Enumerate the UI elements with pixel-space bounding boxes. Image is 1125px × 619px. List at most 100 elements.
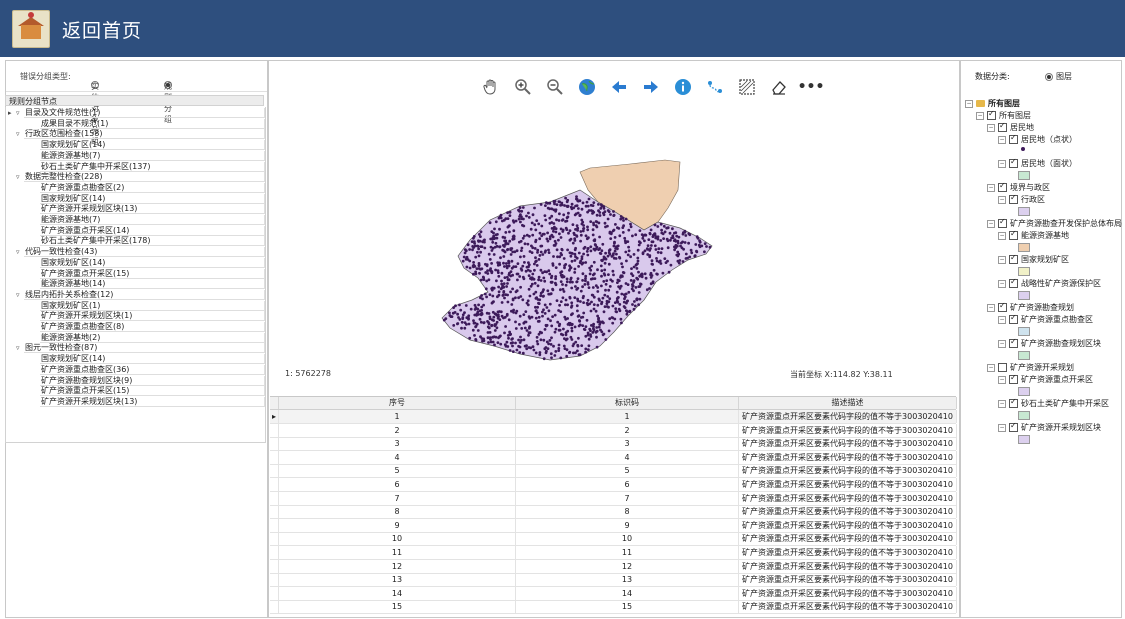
collapse-icon[interactable]: −: [998, 195, 1006, 204]
error-point-marker[interactable]: [595, 345, 599, 349]
error-point-marker[interactable]: [596, 303, 600, 307]
error-point-marker[interactable]: [656, 225, 660, 228]
error-point-marker[interactable]: [444, 317, 448, 320]
error-point-marker[interactable]: [533, 281, 537, 285]
error-point-marker[interactable]: [579, 239, 582, 243]
error-point-marker[interactable]: [537, 278, 540, 282]
error-point-marker[interactable]: [526, 268, 530, 272]
row-selector[interactable]: [270, 464, 279, 478]
error-point-marker[interactable]: [498, 263, 502, 267]
back-home-link[interactable]: 返回首页: [62, 16, 142, 43]
error-point-marker[interactable]: [606, 295, 610, 298]
error-point-marker[interactable]: [482, 339, 486, 343]
error-point-marker[interactable]: [627, 245, 630, 249]
collapse-icon[interactable]: −: [998, 399, 1006, 408]
error-point-marker[interactable]: [601, 333, 605, 337]
error-point-marker[interactable]: [597, 297, 601, 301]
error-point-marker[interactable]: [474, 325, 477, 329]
error-point-marker[interactable]: [558, 328, 562, 332]
error-point-marker[interactable]: [647, 238, 651, 241]
collapse-icon[interactable]: −: [998, 375, 1006, 384]
error-point-marker[interactable]: [518, 345, 522, 349]
error-point-marker[interactable]: [512, 229, 516, 233]
error-point-marker[interactable]: [552, 208, 556, 212]
error-point-marker[interactable]: [501, 219, 504, 223]
error-point-marker[interactable]: [607, 273, 610, 276]
error-point-marker[interactable]: [598, 235, 601, 239]
error-point-marker[interactable]: [500, 301, 504, 304]
tree-leaf-node[interactable]: 矿产资源开采规划区块(1): [6, 311, 265, 322]
error-point-marker[interactable]: [492, 253, 496, 256]
error-point-marker[interactable]: [472, 261, 475, 264]
error-point-marker[interactable]: [504, 231, 508, 234]
error-point-marker[interactable]: [504, 325, 507, 328]
error-point-marker[interactable]: [577, 207, 580, 210]
error-point-marker[interactable]: [480, 305, 484, 309]
error-point-marker[interactable]: [636, 256, 640, 260]
error-point-marker[interactable]: [607, 288, 611, 292]
row-selector[interactable]: [270, 546, 279, 559]
error-point-marker[interactable]: [538, 231, 542, 235]
checkbox-checked-icon[interactable]: [998, 121, 1007, 132]
error-point-marker[interactable]: [603, 293, 607, 297]
error-point-marker[interactable]: [553, 225, 556, 229]
error-point-marker[interactable]: [660, 228, 663, 232]
error-point-marker[interactable]: [474, 255, 478, 259]
collapse-icon[interactable]: −: [998, 135, 1006, 144]
error-point-marker[interactable]: [487, 341, 490, 344]
error-point-marker[interactable]: [582, 327, 586, 331]
error-point-marker[interactable]: [619, 217, 623, 221]
error-point-marker[interactable]: [549, 319, 552, 323]
error-point-marker[interactable]: [461, 313, 465, 317]
error-point-marker[interactable]: [612, 228, 616, 232]
error-point-marker[interactable]: [551, 288, 555, 292]
error-point-marker[interactable]: [591, 228, 595, 232]
error-point-marker[interactable]: [498, 227, 501, 231]
tree-leaf-node[interactable]: 国家规划矿区(14): [6, 257, 265, 268]
error-point-marker[interactable]: [619, 274, 623, 278]
error-point-marker[interactable]: [539, 244, 543, 248]
error-point-marker[interactable]: [533, 223, 537, 227]
error-point-marker[interactable]: [629, 222, 632, 226]
error-point-marker[interactable]: [614, 247, 617, 250]
error-point-marker[interactable]: [585, 301, 589, 305]
error-point-marker[interactable]: [503, 265, 506, 268]
error-point-marker[interactable]: [550, 280, 554, 284]
collapse-icon[interactable]: −: [998, 279, 1006, 288]
error-point-marker[interactable]: [547, 292, 551, 296]
error-point-marker[interactable]: [539, 268, 543, 272]
error-point-marker[interactable]: [566, 248, 569, 252]
error-point-marker[interactable]: [662, 224, 666, 228]
error-point-marker[interactable]: [507, 336, 510, 340]
tree-leaf-node[interactable]: 能源资源基地(7): [6, 215, 265, 225]
error-point-marker[interactable]: [573, 237, 577, 241]
error-point-marker[interactable]: [591, 273, 595, 277]
error-point-marker[interactable]: [629, 225, 633, 229]
error-point-marker[interactable]: [527, 261, 530, 264]
more-icon[interactable]: •••: [798, 76, 825, 98]
error-point-marker[interactable]: [547, 269, 551, 273]
error-point-marker[interactable]: [527, 216, 531, 219]
error-point-marker[interactable]: [494, 268, 497, 272]
error-point-marker[interactable]: [565, 280, 569, 284]
table-row[interactable]: 10 10 矿产资源重点开采区要素代码字段的值不等于3003020410: [270, 532, 957, 547]
forward-arrow-icon[interactable]: [640, 76, 662, 98]
error-point-marker[interactable]: [498, 310, 501, 313]
error-point-marker[interactable]: [580, 218, 584, 222]
error-point-marker[interactable]: [591, 331, 595, 334]
error-point-marker[interactable]: [460, 326, 463, 330]
error-point-marker[interactable]: [625, 259, 628, 263]
error-point-marker[interactable]: [569, 335, 573, 339]
error-point-marker[interactable]: [473, 334, 476, 337]
error-point-marker[interactable]: [463, 248, 467, 251]
error-point-marker[interactable]: [508, 333, 512, 336]
error-point-marker[interactable]: [488, 221, 492, 225]
error-point-marker[interactable]: [631, 284, 635, 288]
error-point-marker[interactable]: [472, 265, 475, 269]
error-point-marker[interactable]: [568, 229, 572, 232]
row-selector[interactable]: [270, 505, 279, 519]
error-point-marker[interactable]: [559, 310, 563, 313]
error-point-marker[interactable]: [651, 263, 654, 266]
error-point-marker[interactable]: [615, 252, 618, 256]
error-point-marker[interactable]: [509, 253, 513, 256]
